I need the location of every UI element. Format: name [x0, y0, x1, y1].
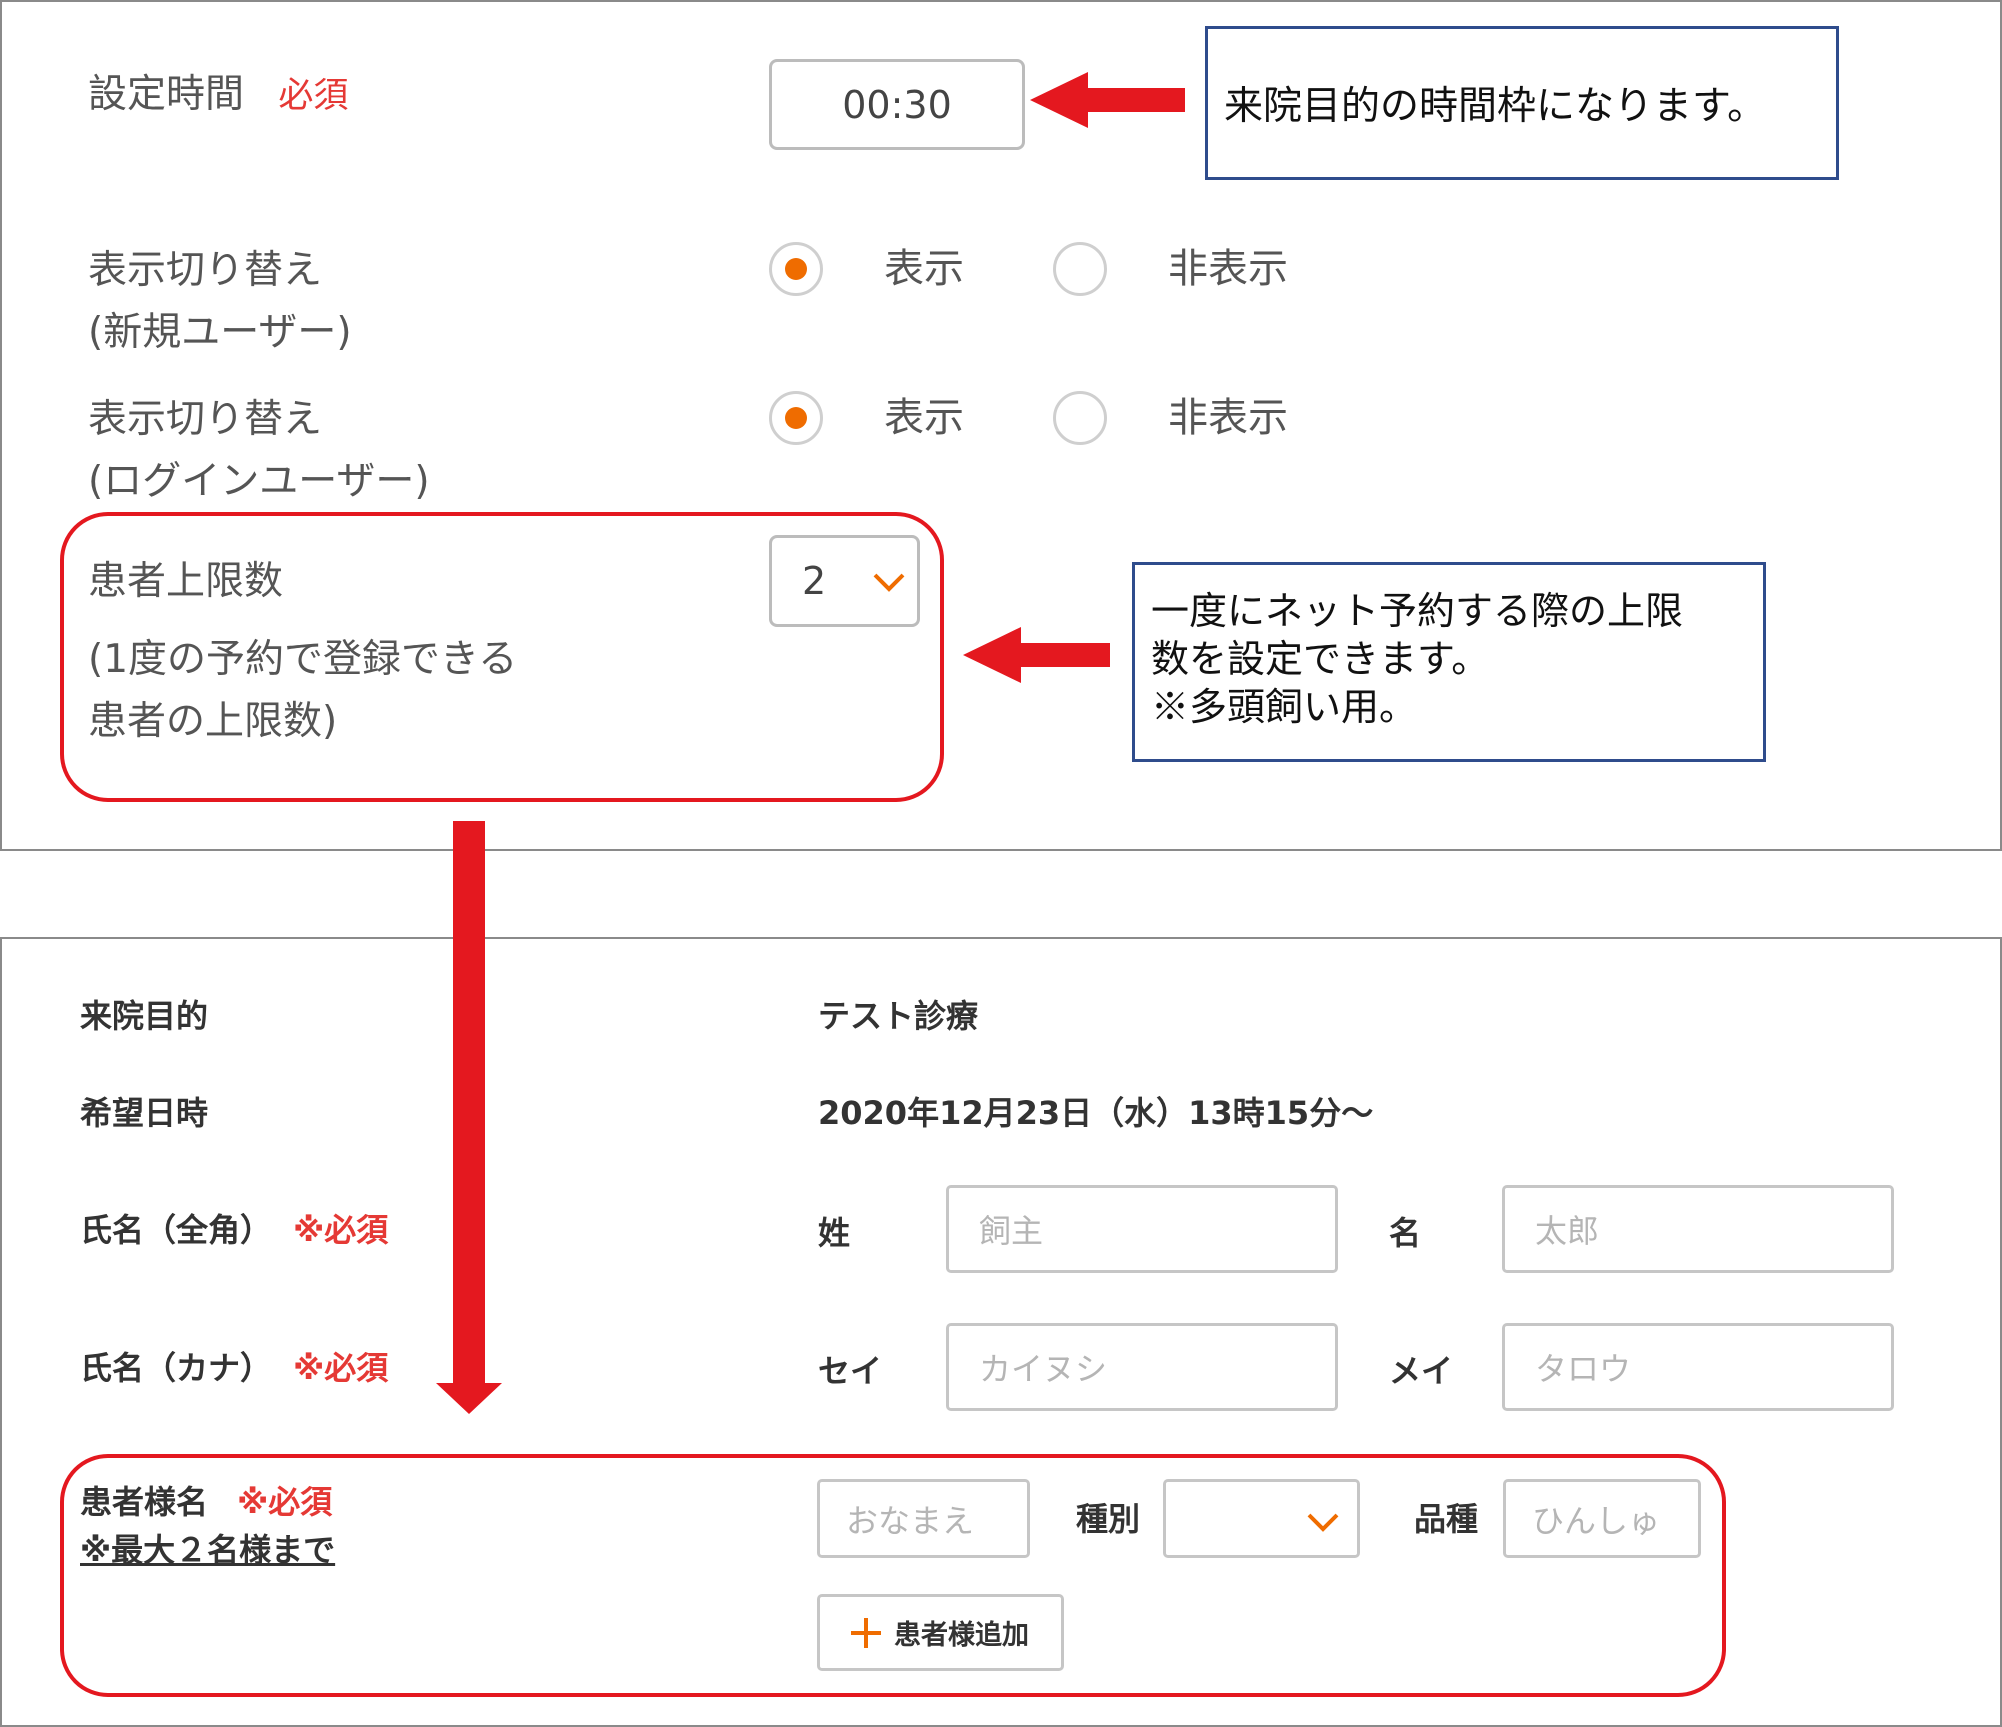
name-kana-label: 氏名（カナ） ※必須: [80, 1349, 389, 1387]
show-label-new: 表示: [884, 246, 964, 292]
time-input[interactable]: 00:30: [769, 59, 1025, 150]
required-mark: ※必須: [293, 1349, 389, 1387]
last-name-input[interactable]: 飼主: [946, 1185, 1338, 1273]
annotation-arrow-down-head: [436, 1383, 502, 1414]
desired-datetime-label: 希望日時: [80, 1094, 209, 1132]
desired-datetime-value: 2020年12月23日（水）13時15分〜: [818, 1094, 1374, 1132]
display-toggle-login-label: 表示切り替え (ログインユーザー): [88, 397, 430, 504]
name-fullwidth-label: 氏名（全角） ※必須: [80, 1211, 389, 1249]
last-kana-label: セイ: [818, 1352, 883, 1390]
first-kana-label: メイ: [1389, 1352, 1454, 1390]
required-mark: ※必須: [293, 1211, 389, 1249]
time-frame-callout: 来院目的の時間枠になります。: [1205, 26, 1839, 180]
hide-label-new: 非表示: [1168, 246, 1288, 292]
visit-purpose-label: 来院目的: [80, 997, 209, 1035]
first-name-label: 名: [1389, 1214, 1422, 1252]
hide-radio-login[interactable]: [1053, 391, 1107, 445]
first-kana-input[interactable]: タロウ: [1502, 1323, 1894, 1411]
visit-purpose-value: テスト診療: [818, 997, 979, 1035]
last-kana-input[interactable]: カイヌシ: [946, 1323, 1338, 1411]
display-toggle-new-label: 表示切り替え (新規ユーザー): [88, 248, 352, 355]
limit-callout: 一度にネット予約する際の上限 数を設定できます。 ※多頭飼い用。: [1132, 562, 1766, 762]
hide-radio-new[interactable]: [1053, 242, 1107, 296]
first-name-input[interactable]: 太郎: [1502, 1185, 1894, 1273]
hide-label-login: 非表示: [1168, 395, 1288, 441]
annotation-arrow-left: [963, 627, 1110, 683]
patient-name-highlight: [60, 1454, 1726, 1697]
patient-limit-highlight: [60, 512, 944, 802]
show-radio-login[interactable]: [769, 391, 823, 445]
required-badge: 必須: [278, 76, 349, 116]
annotation-arrow-down: [453, 821, 485, 1387]
show-radio-new[interactable]: [769, 242, 823, 296]
time-setting-label: 設定時間 必須: [88, 72, 349, 117]
annotation-arrow-left: [1030, 72, 1185, 128]
show-label-login: 表示: [884, 395, 964, 441]
last-name-label: 姓: [818, 1214, 851, 1252]
